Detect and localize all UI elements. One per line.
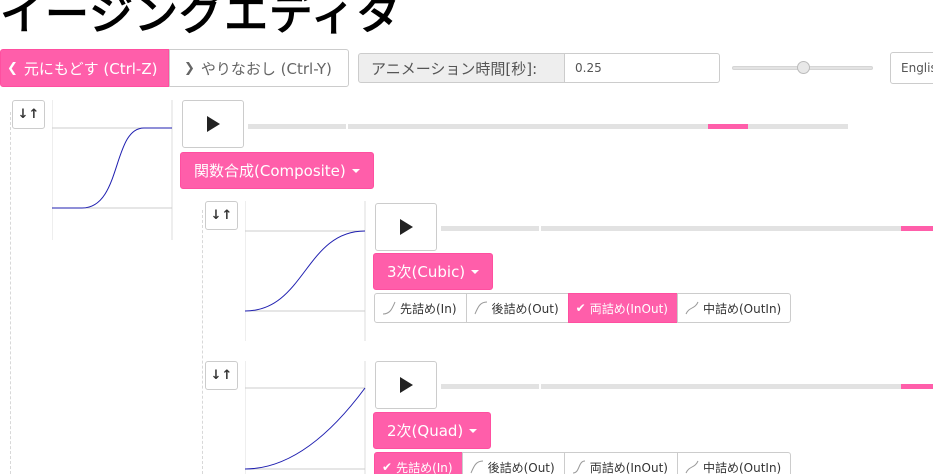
progress-track-quad bbox=[441, 384, 933, 389]
tree-guide-line bbox=[10, 112, 11, 474]
duration-slider[interactable] bbox=[732, 61, 873, 74]
reverse-button[interactable]: ↓↑ bbox=[12, 100, 45, 129]
cubic-type-dropdown[interactable]: 3次(Cubic) bbox=[373, 253, 494, 290]
ease-out-icon bbox=[474, 301, 487, 315]
composite-type-label: 関数合成(Composite) bbox=[194, 162, 346, 180]
mode-inout-button[interactable]: ✔ 両詰め(InOut) bbox=[567, 293, 678, 323]
play-button-cubic[interactable] bbox=[375, 203, 437, 251]
chevron-left-icon: ❮ bbox=[7, 60, 18, 76]
mode-in-button[interactable]: ✔ 先詰め(In) bbox=[374, 452, 463, 474]
sort-arrows-icon: ↓↑ bbox=[210, 368, 233, 383]
tree-guide-line bbox=[202, 210, 203, 474]
ease-outin-icon bbox=[685, 460, 699, 474]
caret-down-icon bbox=[351, 168, 360, 173]
reverse-button[interactable]: ↓↑ bbox=[205, 361, 238, 390]
caret-down-icon bbox=[469, 428, 478, 433]
mode-out-button[interactable]: 後詰め(Out) bbox=[465, 293, 569, 323]
redo-label: やりなおし (Ctrl-Y) bbox=[200, 59, 332, 78]
page-title: イージングエディタ bbox=[0, 0, 402, 40]
play-icon bbox=[399, 219, 413, 235]
mode-inout-button[interactable]: 両詰め(InOut) bbox=[563, 452, 678, 474]
duration-input[interactable] bbox=[564, 53, 720, 83]
duration-label: アニメーション時間[秒]: bbox=[358, 53, 565, 83]
undo-button[interactable]: ❮ 元にもどす (Ctrl-Z) bbox=[0, 49, 169, 87]
language-select[interactable]: English bbox=[890, 52, 933, 84]
play-icon bbox=[399, 377, 413, 393]
mode-label: 両詰め(InOut) bbox=[589, 301, 668, 316]
slider-thumb[interactable] bbox=[797, 61, 810, 74]
easing-graph-cubic bbox=[245, 201, 366, 341]
mode-in-button[interactable]: 先詰め(In) bbox=[374, 293, 467, 323]
mode-label: 中詰め(OutIn) bbox=[702, 460, 782, 474]
progress-marker bbox=[901, 226, 933, 231]
mode-label: 先詰め(In) bbox=[400, 301, 457, 316]
easing-graph-root bbox=[52, 100, 173, 240]
mode-label: 後詰め(Out) bbox=[491, 301, 559, 316]
quad-type-label: 2次(Quad) bbox=[387, 422, 464, 440]
quad-type-dropdown[interactable]: 2次(Quad) bbox=[373, 412, 492, 449]
mode-outin-button[interactable]: 中詰め(OutIn) bbox=[676, 293, 792, 323]
ease-in-icon bbox=[382, 301, 396, 315]
progress-track bbox=[248, 124, 848, 129]
play-button[interactable] bbox=[182, 100, 244, 148]
play-button-quad[interactable] bbox=[375, 361, 437, 409]
ease-out-icon bbox=[470, 460, 483, 474]
mode-label: 後詰め(Out) bbox=[487, 460, 555, 474]
ease-inout-icon bbox=[572, 460, 585, 474]
sort-arrows-icon: ↓↑ bbox=[17, 107, 40, 122]
ease-outin-icon bbox=[685, 301, 699, 315]
undo-label: 元にもどす (Ctrl-Z) bbox=[23, 59, 158, 78]
mode-out-button[interactable]: 後詰め(Out) bbox=[461, 452, 565, 474]
sort-arrows-icon: ↓↑ bbox=[210, 208, 233, 223]
chevron-right-icon: ❯ bbox=[184, 60, 195, 76]
mode-label: 中詰め(OutIn) bbox=[702, 301, 782, 316]
cubic-type-label: 3次(Cubic) bbox=[387, 263, 466, 281]
play-icon bbox=[206, 116, 220, 132]
check-icon: ✔ bbox=[575, 301, 586, 315]
composite-type-dropdown[interactable]: 関数合成(Composite) bbox=[180, 152, 374, 189]
redo-button[interactable]: ❯ やりなおし (Ctrl-Y) bbox=[169, 49, 349, 87]
easing-graph-quad bbox=[245, 361, 366, 474]
mode-label: 先詰め(In) bbox=[396, 460, 453, 474]
progress-marker bbox=[901, 384, 933, 389]
progress-track-cubic bbox=[441, 226, 933, 231]
mode-label: 両詰め(InOut) bbox=[589, 460, 668, 474]
reverse-button[interactable]: ↓↑ bbox=[205, 201, 238, 230]
mode-outin-button[interactable]: 中詰め(OutIn) bbox=[676, 452, 792, 474]
cubic-mode-group: 先詰め(In) 後詰め(Out) ✔ 両詰め(InOut) 中詰め(OutIn) bbox=[374, 293, 792, 323]
progress-marker bbox=[708, 124, 748, 129]
check-icon: ✔ bbox=[382, 460, 393, 474]
quad-mode-group: ✔ 先詰め(In) 後詰め(Out) 両詰め(InOut) 中詰め(OutIn) bbox=[374, 452, 792, 474]
caret-down-icon bbox=[471, 269, 480, 274]
